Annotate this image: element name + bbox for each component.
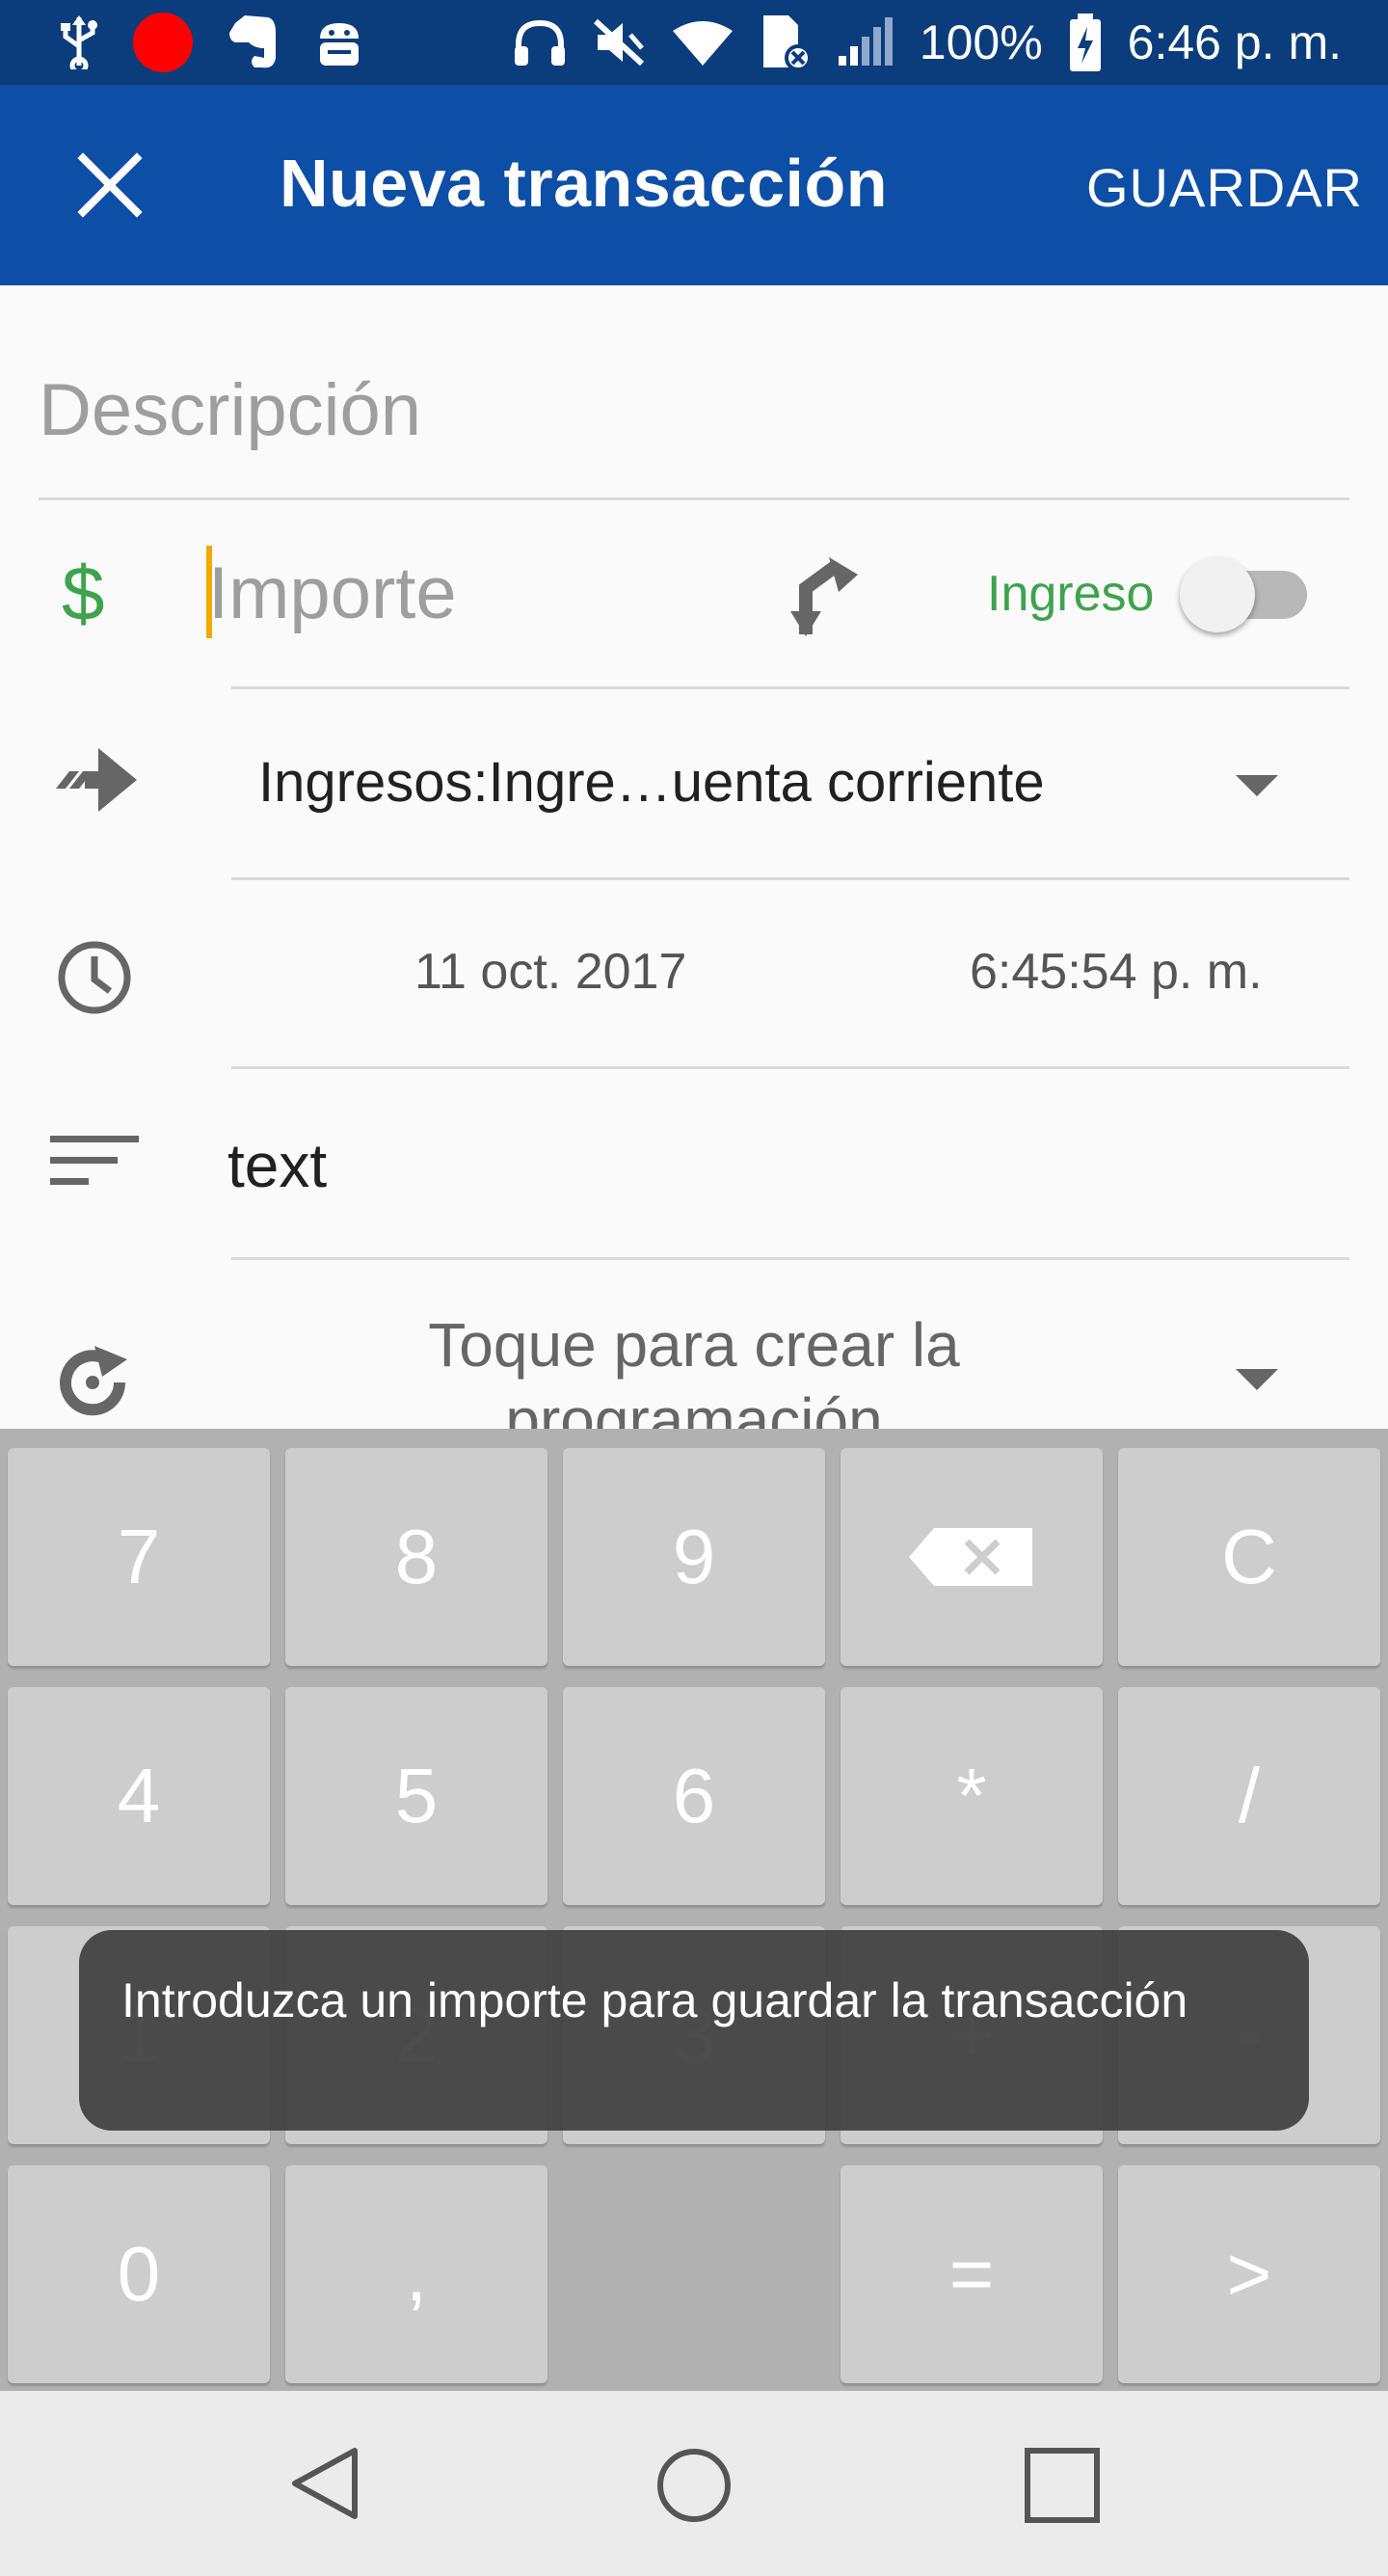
key-divide[interactable]: / [1118, 1687, 1380, 1905]
amount-divider [231, 686, 1349, 689]
key-4[interactable]: 4 [8, 1687, 270, 1905]
usb-icon [61, 15, 97, 69]
account-divider [231, 877, 1349, 880]
key-9[interactable]: 9 [563, 1448, 825, 1666]
home-nav-icon[interactable] [654, 2445, 734, 2526]
transfer-account-icon [56, 748, 137, 812]
signal-icon [838, 17, 893, 66]
battery-percent: 100% [919, 15, 1043, 69]
close-icon[interactable] [67, 143, 152, 228]
key-clear[interactable]: C [1118, 1448, 1380, 1666]
calculator-keypad: 7 8 9 C 4 5 6 * / 1 2 3 + - 0 , = > [0, 1429, 1388, 2391]
recents-nav-icon[interactable] [1024, 2447, 1101, 2524]
save-button[interactable]: GUARDAR [1086, 156, 1363, 219]
recurrence-icon [60, 1346, 127, 1416]
app-bar: Nueva transacción GUARDAR [0, 85, 1388, 285]
record-dot-icon [133, 13, 193, 72]
key-8[interactable]: 8 [285, 1448, 547, 1666]
notes-input[interactable]: text [227, 1130, 327, 1201]
mute-icon [593, 18, 644, 67]
backspace-icon [909, 1528, 1032, 1586]
account-dropdown-arrow-icon[interactable] [1236, 775, 1278, 798]
status-bar: 100% 6:46 p. m. [0, 0, 1388, 85]
page-title: Nueva transacción [280, 146, 888, 221]
toast-message: Introduzca un importe para guardar la tr… [79, 1930, 1309, 2131]
key-decimal[interactable]: , [285, 2165, 547, 2383]
notes-icon [50, 1136, 139, 1185]
income-toggle-thumb[interactable] [1180, 557, 1255, 632]
income-toggle-label: Ingreso [987, 566, 1155, 622]
status-bar-right: 100% 6:46 p. m. [513, 13, 1342, 71]
battery-charging-icon [1069, 13, 1101, 71]
amount-input[interactable]: Importe [208, 551, 457, 635]
key-0[interactable]: 0 [8, 2165, 270, 2383]
key-backspace[interactable] [841, 1448, 1103, 1666]
key-equals[interactable]: = [841, 2165, 1103, 2383]
split-transaction-icon[interactable] [787, 553, 864, 640]
description-divider [39, 497, 1349, 500]
sim-icon [762, 15, 812, 71]
wifi-icon [672, 21, 733, 66]
headphones-icon [514, 19, 565, 66]
clock-icon [58, 941, 131, 1014]
key-multiply[interactable]: * [841, 1687, 1103, 1905]
android-debug-icon [320, 23, 359, 66]
notes-divider [231, 1257, 1349, 1260]
evernote-icon [229, 15, 276, 68]
description-input[interactable]: Descripción [39, 368, 421, 452]
status-time: 6:46 p. m. [1127, 15, 1342, 69]
key-5[interactable]: 5 [285, 1687, 547, 1905]
currency-symbol: $ [62, 550, 105, 636]
status-bar-left [58, 13, 366, 72]
navigation-bar [0, 2391, 1388, 2576]
schedule-dropdown-arrow-icon[interactable] [1236, 1369, 1278, 1392]
date-divider [231, 1066, 1349, 1069]
account-selector[interactable]: Ingresos:Ingre…uenta corriente [258, 750, 1045, 815]
time-field[interactable]: 6:45:54 p. m. [970, 943, 1263, 1001]
key-7[interactable]: 7 [8, 1448, 270, 1666]
key-next[interactable]: > [1118, 2165, 1380, 2383]
back-nav-icon[interactable] [287, 2445, 364, 2522]
date-field[interactable]: 11 oct. 2017 [414, 943, 686, 1001]
key-6[interactable]: 6 [563, 1687, 825, 1905]
